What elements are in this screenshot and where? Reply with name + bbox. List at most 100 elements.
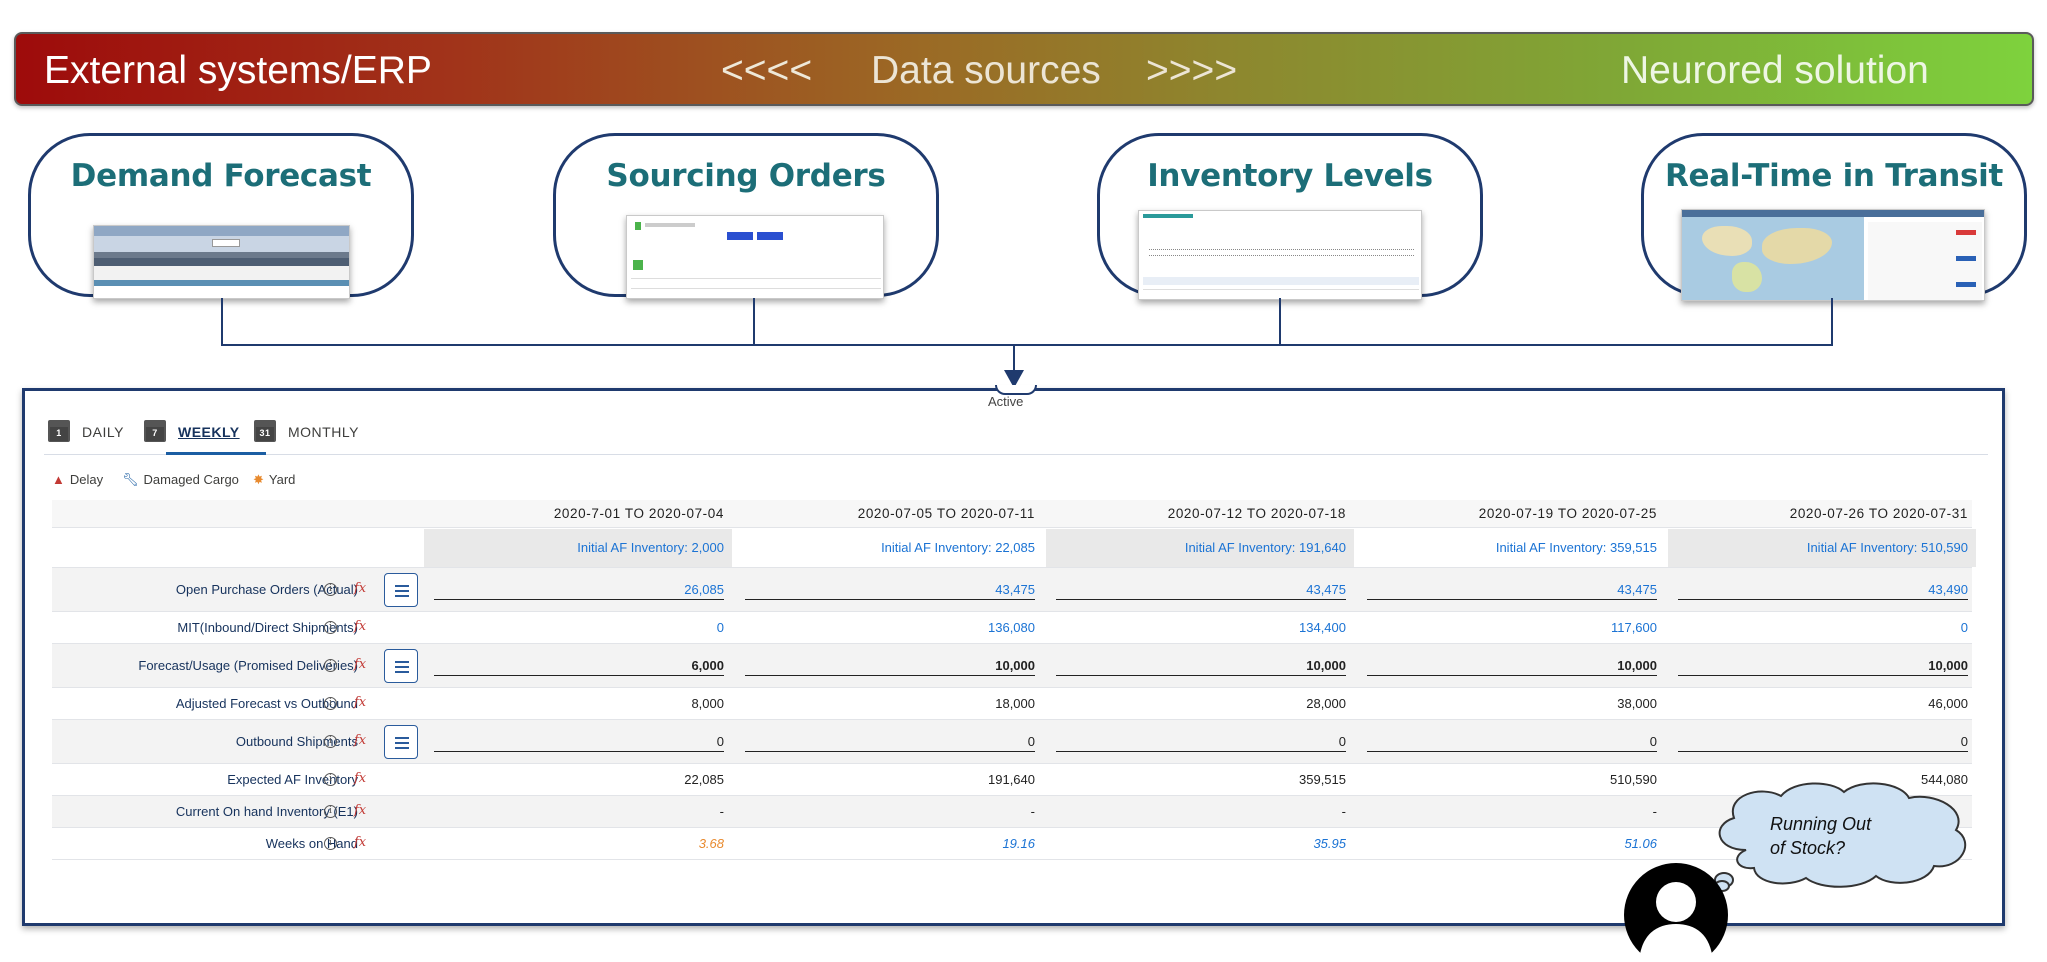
value-cell: 8,000 bbox=[691, 696, 724, 711]
value-cell[interactable]: 43,475 bbox=[1056, 582, 1346, 600]
initial-inventory-cell: Initial AF Inventory: 359,515 bbox=[1357, 529, 1665, 567]
value-cell: - bbox=[719, 804, 724, 819]
info-icon[interactable]: i bbox=[324, 837, 337, 850]
date-range-header: 2020-07-05 TO 2020-07-11 bbox=[857, 506, 1035, 521]
formula-icon[interactable]: fx bbox=[354, 695, 366, 710]
date-range-header-row: 2020-7-01 TO 2020-07-04 2020-07-05 TO 202… bbox=[52, 500, 1972, 528]
formula-icon[interactable]: fx bbox=[354, 835, 366, 850]
value-cell[interactable]: 0 bbox=[1678, 734, 1968, 752]
formula-icon[interactable]: fx bbox=[354, 581, 366, 596]
connector-horizontal bbox=[221, 344, 1833, 346]
row-outbound-shipments: Outbound Shipments i fx 0 0 0 0 0 bbox=[52, 720, 1972, 764]
value-cell: 22,085 bbox=[684, 772, 724, 787]
calendar-icon: 31 bbox=[254, 420, 276, 442]
value-cell: 19.16 bbox=[1002, 836, 1035, 851]
date-range-header: 2020-07-19 TO 2020-07-25 bbox=[1478, 506, 1657, 521]
value-cell: 3.68 bbox=[698, 836, 724, 851]
value-cell[interactable]: 10,000 bbox=[1056, 658, 1346, 676]
row-mit-inbound: MIT(Inbound/Direct Shipments) i fx 0 136,080… bbox=[52, 612, 1972, 644]
real-time-transit-thumbnail bbox=[1681, 209, 1985, 301]
legend-damaged-cargo: 🔧︎ Damaged Cargo bbox=[122, 472, 239, 487]
list-button[interactable] bbox=[384, 649, 418, 683]
value-cell: 51.06 bbox=[1624, 836, 1657, 851]
source-title-inventory-levels: Inventory Levels bbox=[1147, 158, 1433, 194]
demand-forecast-thumbnail bbox=[93, 225, 350, 299]
info-icon[interactable]: i bbox=[324, 697, 337, 710]
initial-inventory-cell: Initial AF Inventory: 2,000 bbox=[424, 529, 732, 567]
calendar-icon: 1 bbox=[48, 420, 70, 442]
formula-icon[interactable]: fx bbox=[354, 771, 366, 786]
tab-weekly-underline bbox=[166, 452, 266, 455]
value-cell: 136,080 bbox=[988, 620, 1035, 635]
info-icon[interactable]: i bbox=[324, 735, 337, 748]
value-cell[interactable]: 6,000 bbox=[434, 658, 724, 676]
value-cell: 38,000 bbox=[1617, 696, 1657, 711]
value-cell[interactable]: 10,000 bbox=[1678, 658, 1968, 676]
info-icon[interactable]: i bbox=[324, 659, 337, 672]
formula-icon[interactable]: fx bbox=[354, 733, 366, 748]
value-cell: - bbox=[1652, 804, 1657, 819]
warning-icon: ▲ bbox=[52, 472, 65, 487]
row-forecast-usage: Forecast/Usage (Promised Deliveries) i fx 6… bbox=[52, 644, 1972, 688]
info-icon[interactable]: i bbox=[324, 805, 337, 818]
connector-inventory bbox=[1279, 298, 1281, 346]
date-range-header: 2020-07-26 TO 2020-07-31 bbox=[1789, 506, 1968, 521]
value-cell: 117,600 bbox=[1610, 620, 1657, 635]
tab-daily[interactable]: 1 DAILY bbox=[48, 418, 158, 454]
value-cell: 191,640 bbox=[988, 772, 1035, 787]
banner-erp-label: External systems/ERP bbox=[44, 49, 432, 92]
value-cell[interactable]: 0 bbox=[1056, 734, 1346, 752]
inventory-levels-thumbnail bbox=[1138, 210, 1422, 300]
user-avatar-icon bbox=[1624, 863, 1728, 962]
value-cell: - bbox=[1030, 804, 1035, 819]
value-cell: 359,515 bbox=[1299, 772, 1346, 787]
source-title-sourcing-orders: Sourcing Orders bbox=[606, 158, 886, 194]
tabs-divider bbox=[44, 454, 1988, 455]
value-cell[interactable]: 0 bbox=[1367, 734, 1657, 752]
info-icon[interactable]: i bbox=[324, 773, 337, 786]
value-cell[interactable]: 0 bbox=[434, 734, 724, 752]
connector-transit bbox=[1831, 298, 1833, 346]
connector-demand bbox=[221, 298, 223, 346]
info-icon[interactable]: i bbox=[324, 621, 337, 634]
value-cell: 134,400 bbox=[1299, 620, 1346, 635]
banner-left-arrows: <<<< bbox=[721, 49, 813, 92]
tab-monthly[interactable]: 31 MONTHLY bbox=[254, 418, 374, 454]
formula-icon[interactable]: fx bbox=[354, 657, 366, 672]
row-label: Outbound Shipments bbox=[235, 734, 358, 749]
formula-icon[interactable]: fx bbox=[354, 619, 366, 634]
source-title-real-time-transit: Real-Time in Transit bbox=[1664, 158, 2004, 194]
value-cell: 0 bbox=[1960, 620, 1968, 635]
banner-solution-label: Neurored solution bbox=[1621, 49, 1929, 92]
formula-icon[interactable]: fx bbox=[354, 803, 366, 818]
row-open-purchase-orders: Open Purchase Orders (Actual) i fx 26,085 43… bbox=[52, 568, 1972, 612]
list-button[interactable] bbox=[384, 573, 418, 607]
value-cell: 18,000 bbox=[995, 696, 1035, 711]
value-cell[interactable]: 43,475 bbox=[745, 582, 1035, 600]
value-cell[interactable]: 26,085 bbox=[434, 582, 724, 600]
legend-yard: ✸ Yard bbox=[253, 472, 296, 487]
initial-inventory-cell: Initial AF Inventory: 510,590 bbox=[1668, 529, 1976, 567]
value-cell: 35.95 bbox=[1313, 836, 1346, 851]
data-flow-banner: External systems/ERP <<<< Data sources >… bbox=[14, 32, 2034, 106]
date-range-header: 2020-7-01 TO 2020-07-04 bbox=[553, 506, 724, 521]
tab-weekly[interactable]: 7 WEEKLY bbox=[144, 418, 254, 454]
banner-data-sources-label: Data sources bbox=[871, 49, 1101, 92]
tab-daily-label: DAILY bbox=[82, 424, 124, 440]
sourcing-orders-thumbnail bbox=[626, 215, 884, 299]
value-cell[interactable]: 10,000 bbox=[1367, 658, 1657, 676]
value-cell[interactable]: 10,000 bbox=[745, 658, 1035, 676]
value-cell[interactable]: 43,475 bbox=[1367, 582, 1657, 600]
info-icon[interactable]: i bbox=[324, 583, 337, 596]
active-label: Active bbox=[988, 394, 1024, 409]
value-cell[interactable]: 0 bbox=[745, 734, 1035, 752]
value-cell: - bbox=[1341, 804, 1346, 819]
value-cell[interactable]: 43,490 bbox=[1678, 582, 1968, 600]
initial-inventory-row: Initial AF Inventory: 2,000 Initial AF In… bbox=[52, 528, 1976, 568]
row-label: Expected AF Inventory bbox=[227, 772, 358, 787]
connector-sourcing bbox=[753, 298, 755, 346]
list-button[interactable] bbox=[384, 725, 418, 759]
initial-inventory-cell: Initial AF Inventory: 22,085 bbox=[735, 529, 1043, 567]
thought-text: Running Out of Stock? bbox=[1770, 814, 1872, 858]
tab-monthly-label: MONTHLY bbox=[288, 424, 359, 440]
